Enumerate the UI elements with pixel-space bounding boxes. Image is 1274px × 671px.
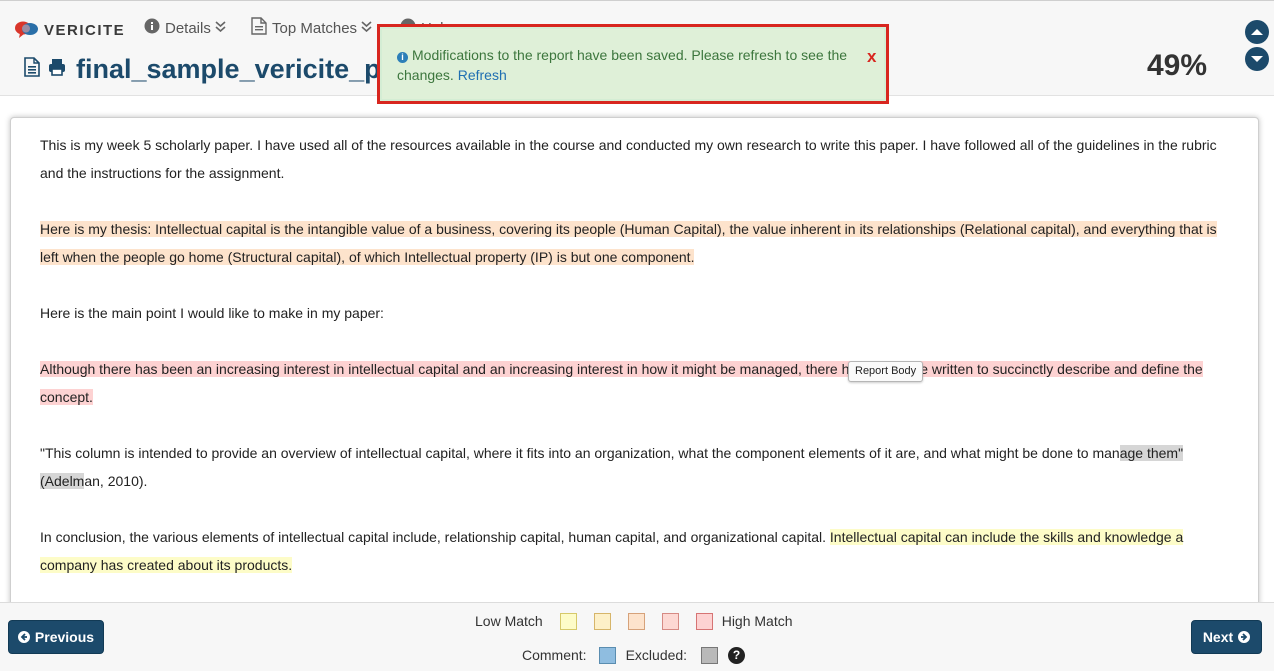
chevron-down-icon: [361, 21, 372, 35]
previous-button[interactable]: Previous: [8, 620, 104, 654]
details-menu[interactable]: Details: [144, 18, 226, 38]
paragraph-intro: This is my week 5 scholarly paper. I hav…: [40, 131, 1232, 187]
comment-swatch: [598, 646, 616, 664]
match-level-5-swatch: [695, 612, 713, 630]
match-highlight[interactable]: Here is my thesis: Intellectual capital …: [40, 221, 1217, 265]
logo-text: VERICITE: [44, 21, 126, 39]
excluded-label: Excluded:: [625, 647, 688, 663]
close-notification-button[interactable]: x: [867, 47, 876, 67]
info-icon: i: [397, 52, 408, 63]
report-body: This is my week 5 scholarly paper. I hav…: [10, 117, 1259, 617]
footer: Previous Low Match High Match Comment: E…: [0, 602, 1274, 671]
paragraph-text: This is my week 5 scholarly paper. I hav…: [40, 137, 1217, 181]
chevron-down-icon: [215, 21, 226, 35]
comment-label: Comment:: [522, 647, 587, 663]
notification-message: i Modifications to the report have been s…: [397, 45, 857, 85]
paragraph-argument: Although there has been an increasing in…: [40, 355, 1232, 411]
paragraph-text: an, 2010).: [84, 473, 148, 489]
caret-down-icon: [1251, 56, 1263, 62]
circle-arrow-right-icon: [1238, 631, 1251, 643]
vericite-logo-icon: [14, 20, 40, 40]
paragraph-text: In conclusion, the various elements of i…: [40, 529, 830, 545]
document-title-row: final_sample_vericite_paper: [24, 51, 438, 87]
paragraph-quote: "This column is intended to provide an o…: [40, 439, 1232, 495]
question-circle-icon[interactable]: ?: [728, 646, 746, 664]
refresh-link[interactable]: Refresh: [458, 67, 507, 83]
paragraph-text: "This column is intended to provide an o…: [40, 445, 1120, 461]
next-label: Next: [1202, 629, 1234, 645]
match-level-2-swatch: [593, 612, 611, 630]
paragraph-thesis: Here is my thesis: Intellectual capital …: [40, 215, 1232, 271]
print-icon[interactable]: [48, 58, 66, 81]
info-circle-icon: [144, 18, 160, 38]
scroll-up-button[interactable]: [1245, 20, 1269, 44]
high-match-label: High Match: [721, 613, 793, 629]
report-body-tooltip: Report Body: [848, 361, 924, 382]
comment-excluded-legend: Comment: Excluded: ?: [522, 645, 746, 665]
scroll-down-button[interactable]: [1245, 47, 1269, 71]
match-legend: Low Match High Match: [475, 611, 793, 631]
save-notification: i Modifications to the report have been s…: [377, 24, 889, 104]
details-label: Details: [165, 19, 211, 37]
top-matches-label: Top Matches: [272, 19, 358, 37]
match-percentage: 49%: [1147, 49, 1208, 82]
match-level-4-swatch: [661, 612, 679, 630]
paragraph-main-point: Here is the main point I would like to m…: [40, 299, 1232, 327]
circle-arrow-left-icon: [17, 631, 30, 643]
logo[interactable]: VERICITE: [14, 19, 125, 41]
paragraph-text: Here is the main point I would like to m…: [40, 305, 384, 321]
paragraph-conclusion: In conclusion, the various elements of i…: [40, 523, 1232, 579]
top-matches-menu[interactable]: Top Matches: [251, 17, 372, 39]
document-icon: [251, 17, 267, 39]
match-level-1-swatch: [559, 612, 577, 630]
excluded-swatch: [701, 646, 719, 664]
low-match-label: Low Match: [475, 613, 543, 629]
next-button[interactable]: Next: [1191, 620, 1262, 654]
caret-up-icon: [1251, 29, 1263, 35]
match-level-3-swatch: [627, 612, 645, 630]
document-icon[interactable]: [24, 56, 40, 82]
previous-label: Previous: [34, 629, 95, 645]
match-highlight[interactable]: Although there has been an increasing in…: [40, 361, 1203, 405]
